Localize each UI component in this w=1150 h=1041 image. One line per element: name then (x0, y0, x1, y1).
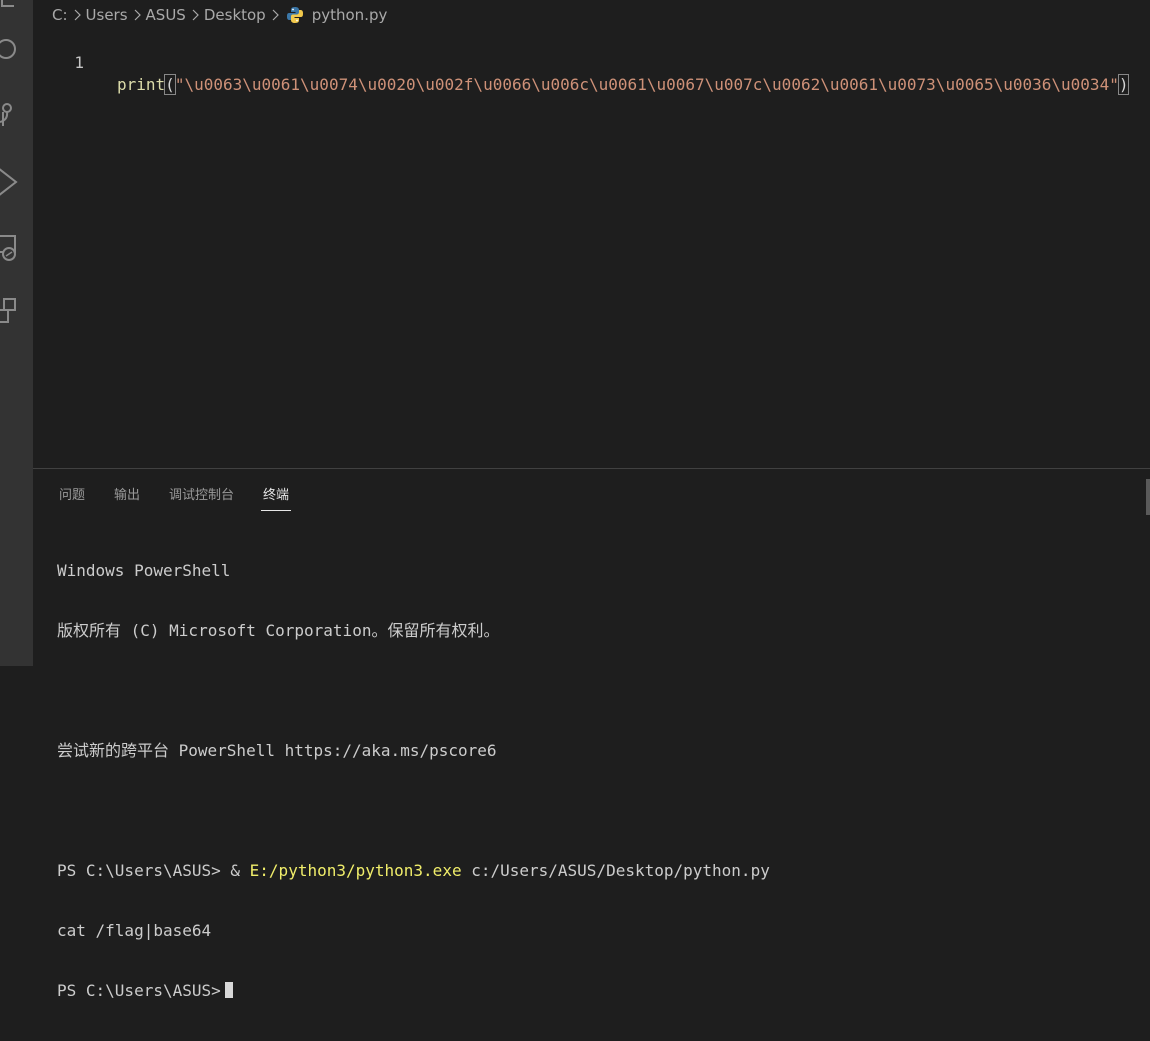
tab-output[interactable]: 输出 (114, 469, 140, 512)
tab-debug-console[interactable]: 调试控制台 (169, 469, 234, 512)
panel-tabs: 问题 输出 调试控制台 终端 (59, 469, 318, 513)
extensions-icon[interactable] (0, 296, 24, 328)
breadcrumb: C: Users ASUS Desktop python.py (52, 4, 387, 26)
search-icon[interactable] (0, 34, 24, 66)
remote-explorer-icon[interactable] (0, 232, 24, 264)
run-debug-icon[interactable] (0, 166, 24, 198)
code-string: "\u0063\u0061\u0074\u0020\u002f\u0066\u0… (174, 75, 1119, 94)
terminal-prompt: PS C:\Users\ASUS> (57, 981, 221, 1000)
terminal-output: cat /flag|base64 (57, 921, 212, 940)
terminal-cursor (224, 982, 233, 998)
code-function: print (117, 75, 166, 94)
code-close-paren: ) (1117, 74, 1130, 95)
breadcrumb-asus[interactable]: ASUS (146, 6, 186, 24)
terminal-exe-path: E:/python3/python3.exe (249, 861, 462, 880)
terminal[interactable]: Windows PowerShell 版权所有 (C) Microsoft Co… (57, 521, 1140, 1041)
chevron-right-icon (134, 9, 141, 21)
activity-bar (0, 0, 33, 666)
breadcrumb-desktop[interactable]: Desktop (204, 6, 266, 24)
terminal-line: Windows PowerShell (57, 561, 231, 580)
chevron-right-icon (74, 9, 81, 21)
bottom-panel: 问题 输出 调试控制台 终端 Windows PowerShell 版权所有 (… (33, 468, 1150, 1000)
explorer-icon[interactable] (0, 0, 24, 28)
source-control-icon[interactable] (0, 100, 24, 132)
code-open-paren: ( (164, 74, 176, 95)
code-line[interactable]: 1 print("\u0063\u0061\u0074\u0020\u002f\… (33, 30, 1150, 95)
code-text[interactable]: print("\u0063\u0061\u0074\u0020\u002f\u0… (117, 74, 1130, 96)
tab-problems[interactable]: 问题 (59, 469, 85, 512)
editor-area[interactable]: C: Users ASUS Desktop python.py 1 print(… (33, 0, 1150, 468)
terminal-command-line: PS C:\Users\ASUS> & E:/python3/python3.e… (57, 861, 1140, 881)
terminal-prompt-line[interactable]: PS C:\Users\ASUS> (57, 981, 1140, 1001)
line-number: 1 (74, 53, 84, 72)
terminal-line: 尝试新的跨平台 PowerShell https://aka.ms/pscore… (57, 741, 497, 760)
terminal-prompt: PS C:\Users\ASUS> & (57, 861, 250, 880)
breadcrumb-users[interactable]: Users (86, 6, 128, 24)
chevron-right-icon (272, 9, 279, 21)
python-file-icon (286, 7, 303, 23)
terminal-line: 版权所有 (C) Microsoft Corporation。保留所有权利。 (57, 621, 500, 640)
terminal-args: c:/Users/ASUS/Desktop/python.py (461, 861, 770, 880)
breadcrumb-file[interactable]: python.py (312, 6, 388, 24)
panel-scrollbar[interactable] (1146, 479, 1150, 515)
breadcrumb-drive[interactable]: C: (52, 6, 68, 24)
tab-terminal[interactable]: 终端 (261, 469, 292, 512)
chevron-right-icon (192, 9, 199, 21)
